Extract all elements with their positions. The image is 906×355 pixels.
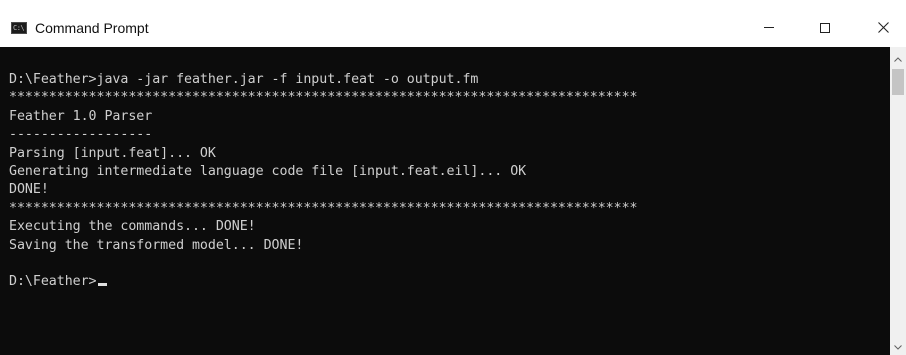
minimize-button[interactable]: [746, 0, 792, 47]
close-button[interactable]: [860, 0, 906, 47]
console-line: ****************************************…: [9, 200, 638, 216]
cmd-icon[interactable]: C:\: [11, 22, 27, 34]
cmd-icon-glyph: C:\: [13, 24, 25, 32]
maximize-button[interactable]: [802, 0, 848, 47]
console-line: Feather 1.0 Parser: [9, 108, 153, 124]
console-line: Parsing [input.feat]... OK: [9, 145, 216, 161]
prompt-text: D:\Feather>: [9, 274, 97, 290]
maximize-icon: [820, 22, 830, 33]
scroll-down-arrow-icon: [894, 344, 902, 350]
console-line: Executing the commands... DONE!: [9, 219, 256, 235]
scroll-down-button[interactable]: [890, 339, 906, 355]
command-prompt-line[interactable]: D:\Feather>: [9, 273, 890, 291]
text-cursor: [97, 283, 107, 287]
close-icon: [877, 22, 889, 33]
console-line: ------------------: [9, 127, 153, 143]
console-line: DONE!: [9, 182, 49, 198]
console-line: D:\Feather>java -jar feather.jar -f inpu…: [9, 72, 479, 87]
console-output[interactable]: D:\Feather>java -jar feather.jar -f inpu…: [0, 47, 890, 355]
console-line: ****************************************…: [9, 90, 638, 106]
scroll-up-button[interactable]: [890, 51, 906, 67]
minimize-icon: [764, 27, 774, 28]
vertical-scrollbar[interactable]: [890, 47, 906, 355]
window-title: Command Prompt: [35, 20, 149, 36]
scroll-up-arrow-icon: [894, 56, 902, 62]
title-bar[interactable]: C:\ Command Prompt: [0, 0, 906, 47]
scroll-thumb[interactable]: [892, 69, 904, 95]
console-line: Saving the transformed model... DONE!: [9, 237, 304, 253]
command-prompt-window: C:\ Command Prompt D:\Feather>java -jar …: [0, 0, 906, 355]
console-line: Generating intermediate language code fi…: [9, 163, 527, 179]
